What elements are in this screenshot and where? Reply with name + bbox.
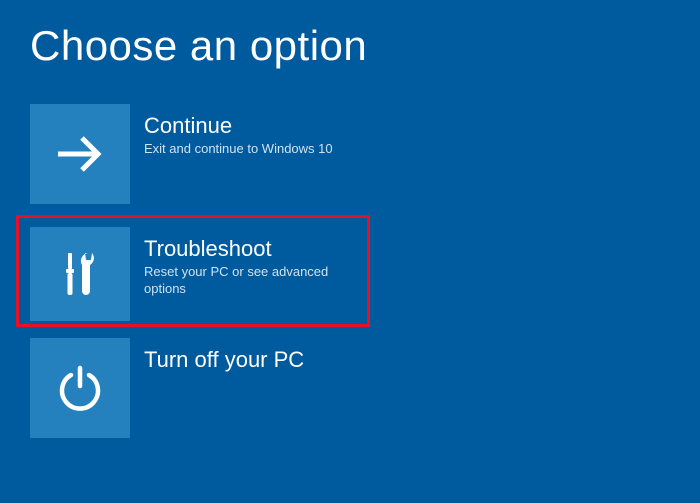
option-continue[interactable]: Continue Exit and continue to Windows 10 xyxy=(30,104,370,204)
tools-icon xyxy=(30,227,130,321)
option-subtitle: Reset your PC or see advanced options xyxy=(144,264,367,298)
option-text: Continue Exit and continue to Windows 10 xyxy=(130,104,333,158)
option-title: Troubleshoot xyxy=(144,237,367,261)
option-title: Turn off your PC xyxy=(144,348,304,372)
options-list: Continue Exit and continue to Windows 10… xyxy=(0,104,700,438)
option-text: Turn off your PC xyxy=(130,338,304,375)
option-turn-off[interactable]: Turn off your PC xyxy=(30,338,370,438)
option-troubleshoot[interactable]: Troubleshoot Reset your PC or see advanc… xyxy=(16,215,370,327)
power-icon xyxy=(30,338,130,438)
arrow-right-icon xyxy=(30,104,130,204)
option-subtitle: Exit and continue to Windows 10 xyxy=(144,141,333,158)
option-text: Troubleshoot Reset your PC or see advanc… xyxy=(130,227,367,298)
page-title: Choose an option xyxy=(0,0,700,70)
option-title: Continue xyxy=(144,114,333,138)
